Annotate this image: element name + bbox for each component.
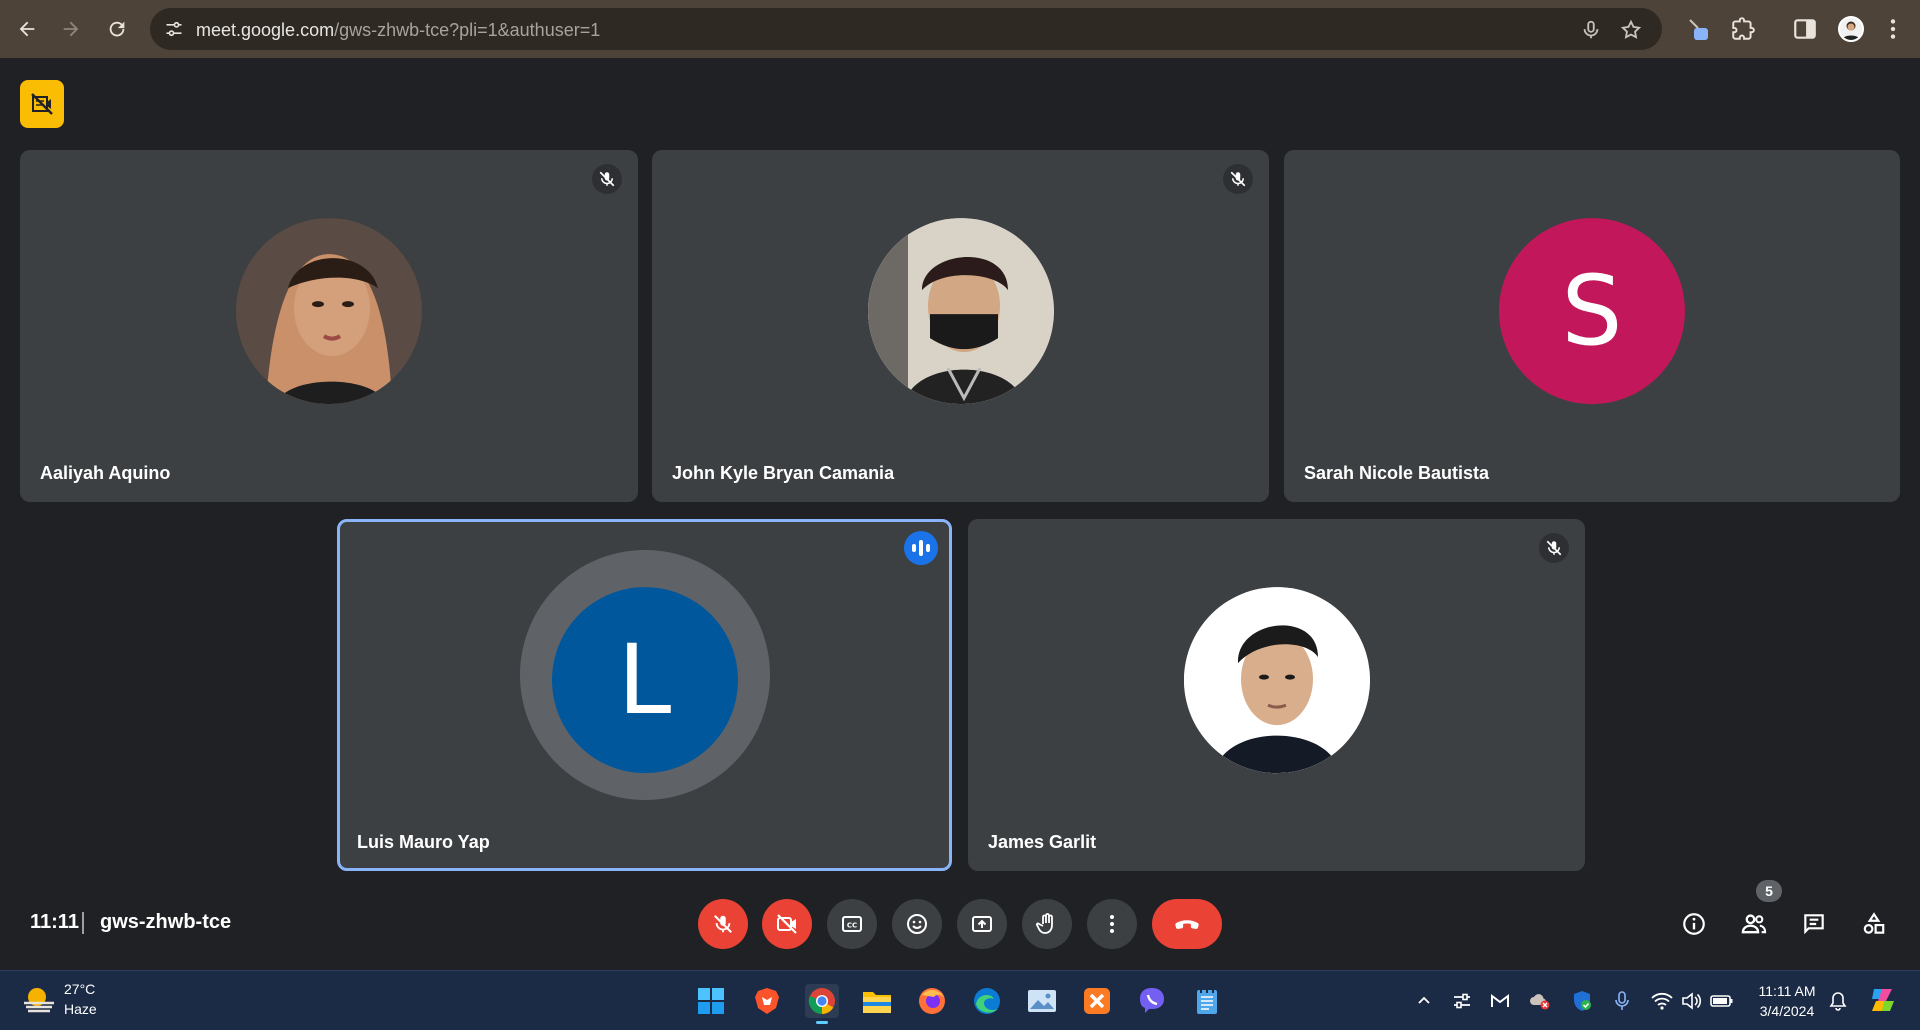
address-bar[interactable]: meet.google.com/gws-zhwb-tce?pli=1&authu… [150, 8, 1662, 50]
more-options-button[interactable] [1087, 899, 1137, 949]
photos-app-icon[interactable] [1025, 984, 1059, 1018]
tray-settings-sliders-icon[interactable] [1450, 989, 1474, 1013]
raise-hand-button[interactable] [1022, 899, 1072, 949]
participant-tile[interactable]: S Sarah Nicole Bautista [1284, 150, 1900, 502]
firefox-browser-icon[interactable] [915, 984, 949, 1018]
reload-icon[interactable] [102, 14, 132, 44]
forward-icon[interactable] [56, 14, 86, 44]
participant-name: James Garlit [988, 832, 1097, 852]
muted-mic-icon [592, 164, 622, 194]
svg-text:CC: CC [847, 922, 857, 930]
meet-stage: Aaliyah Aquino John Kyle Bryan Camania S… [0, 58, 1920, 970]
participant-initial-avatar: L [551, 587, 738, 774]
wifi-icon[interactable] [1650, 989, 1674, 1013]
participant-tile-active-speaker[interactable]: L Luis Mauro Yap [337, 519, 952, 871]
meeting-time: 11:11 [30, 911, 79, 933]
copilot-icon[interactable] [1866, 985, 1900, 1015]
participant-name: John Kyle Bryan Camania [672, 463, 895, 483]
speaking-indicator-icon [904, 531, 938, 565]
leave-call-button[interactable] [1152, 899, 1222, 949]
start-windows-icon[interactable] [694, 984, 728, 1018]
weather-temperature[interactable]: 27°C [64, 981, 95, 997]
participant-photo-avatar [1183, 587, 1370, 774]
extensions-icon[interactable] [1730, 16, 1756, 42]
edge-browser-icon[interactable] [970, 984, 1004, 1018]
chat-button[interactable] [1794, 904, 1834, 944]
muted-mic-icon [1539, 533, 1569, 563]
site-info-icon[interactable] [164, 19, 184, 39]
captions-button[interactable]: CC [827, 899, 877, 949]
weather-haze-icon[interactable] [22, 985, 56, 1015]
side-panel-icon[interactable] [1792, 16, 1818, 42]
present-screen-button[interactable] [957, 899, 1007, 949]
file-explorer-icon[interactable] [860, 984, 894, 1018]
meeting-info-button[interactable] [1674, 904, 1714, 944]
mic-off-button[interactable] [698, 899, 748, 949]
participant-photo-avatar [236, 218, 422, 405]
brave-browser-icon[interactable] [750, 984, 784, 1018]
notepad-icon[interactable] [1190, 984, 1224, 1018]
participant-tile[interactable]: Aaliyah Aquino [20, 150, 638, 502]
meeting-controls-bar: 11:11 gws-zhwb-tce CC 5 [0, 860, 1920, 970]
battery-icon[interactable] [1710, 989, 1734, 1013]
participant-name: Luis Mauro Yap [357, 832, 490, 852]
url-text: meet.google.com/gws-zhwb-tce?pli=1&authu… [196, 20, 601, 40]
clock-date: 3/4/2024 [1759, 1003, 1815, 1019]
camera-off-button[interactable] [762, 899, 812, 949]
muted-mic-icon [1223, 164, 1253, 194]
bookmark-star-icon[interactable] [1620, 19, 1642, 41]
extension-pin-icon[interactable] [1686, 16, 1712, 42]
recording-badge-icon[interactable] [20, 80, 64, 128]
participant-initial-avatar: S [1499, 218, 1685, 405]
browser-toolbar: meet.google.com/gws-zhwb-tce?pli=1&authu… [0, 0, 1920, 58]
tray-gmail-icon[interactable] [1488, 989, 1512, 1013]
volume-icon[interactable] [1680, 989, 1704, 1013]
participant-tile[interactable]: John Kyle Bryan Camania [652, 150, 1269, 502]
security-shield-icon[interactable] [1570, 989, 1594, 1013]
profile-avatar[interactable] [1838, 16, 1864, 42]
system-clock[interactable]: 11:11 AM 3/4/2024 [1752, 981, 1822, 1021]
show-hidden-icons-chevron-icon[interactable] [1412, 989, 1436, 1013]
microphone-icon[interactable] [1580, 19, 1602, 41]
emoji-reaction-button[interactable] [892, 899, 942, 949]
browser-menu-icon[interactable] [1880, 16, 1906, 42]
xampp-icon[interactable] [1080, 984, 1114, 1018]
tray-microphone-icon[interactable] [1610, 989, 1634, 1013]
back-icon[interactable] [12, 14, 42, 44]
participant-name: Sarah Nicole Bautista [1304, 463, 1490, 483]
os-taskbar: 27°C Haze 11:11 AM 3/4/2024 [0, 970, 1920, 1030]
participant-photo-avatar [867, 218, 1054, 405]
people-button[interactable] [1734, 904, 1774, 944]
meeting-code: gws-zhwb-tce [100, 911, 232, 933]
participant-tile[interactable]: James Garlit [968, 519, 1585, 871]
participant-name: Aaliyah Aquino [40, 463, 171, 483]
chrome-browser-icon[interactable] [805, 984, 839, 1024]
onedrive-error-icon[interactable] [1528, 989, 1552, 1013]
notification-bell-icon[interactable] [1826, 989, 1850, 1013]
divider [82, 912, 84, 934]
clock-time: 11:11 AM [1758, 983, 1816, 999]
activities-button[interactable] [1854, 904, 1894, 944]
people-count-badge: 5 [1756, 880, 1782, 902]
weather-status[interactable]: Haze [64, 1001, 97, 1017]
viber-icon[interactable] [1135, 984, 1169, 1018]
